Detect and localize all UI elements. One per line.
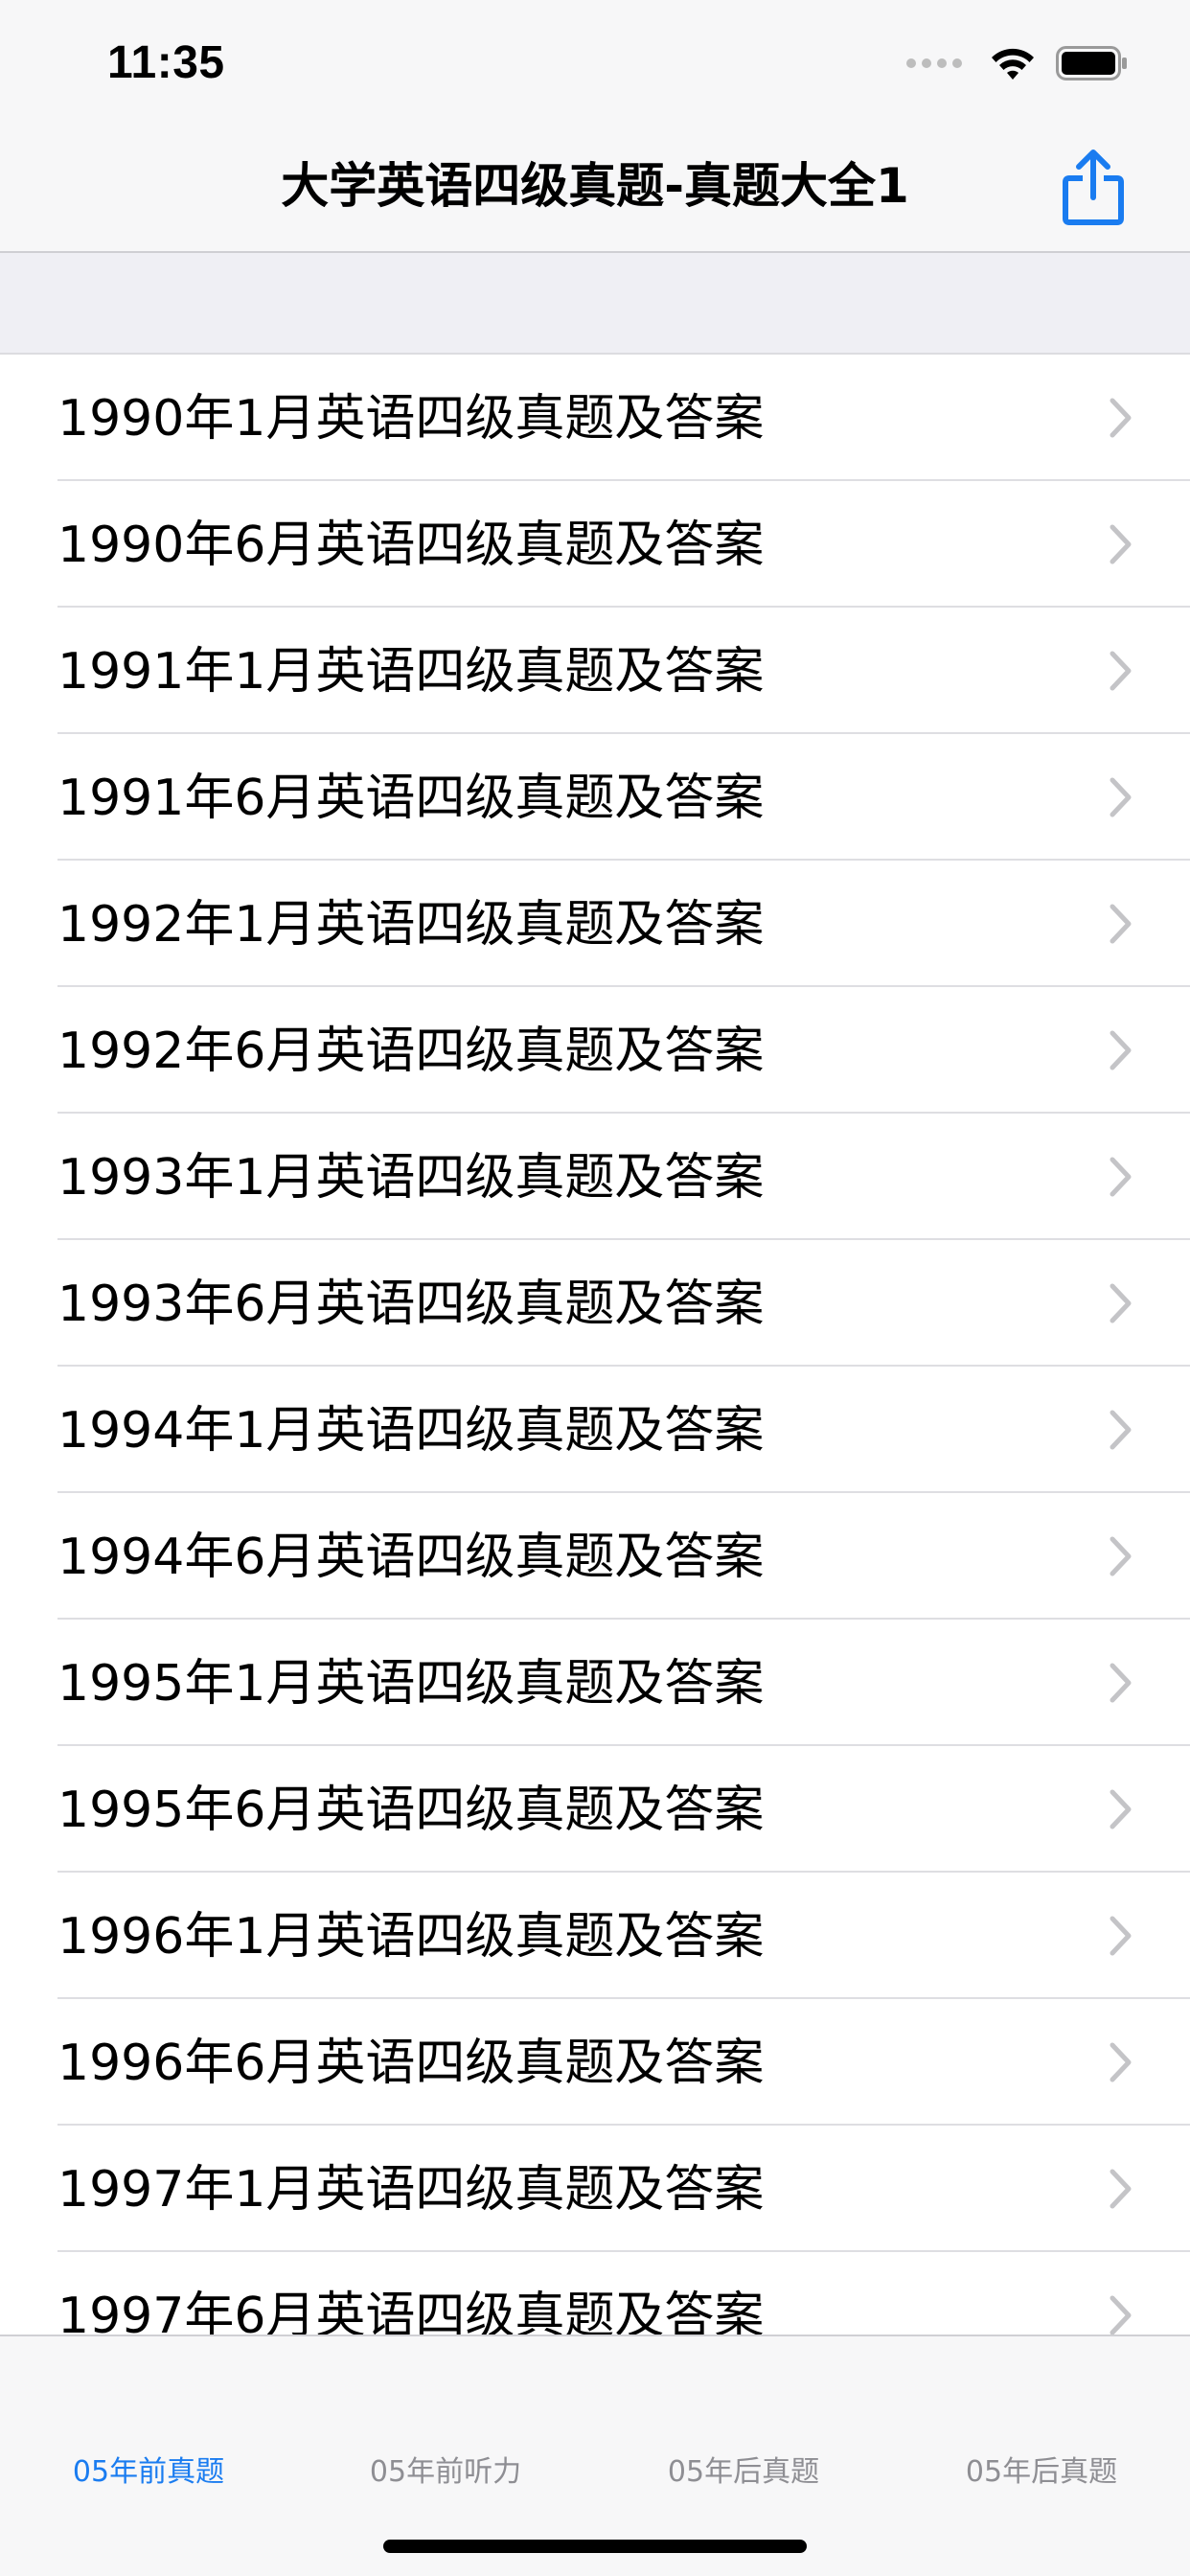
chevron-right-icon <box>1110 904 1132 944</box>
chevron-right-icon <box>1110 1916 1132 1956</box>
list-item-label: 1991年6月英语四级真题及答案 <box>57 770 765 827</box>
share-button[interactable] <box>1058 148 1129 228</box>
list-item[interactable]: 1996年1月英语四级真题及答案 <box>0 1873 1190 1999</box>
list-item-label: 1991年1月英语四级真题及答案 <box>57 643 765 701</box>
status-time: 11:35 <box>107 37 225 88</box>
list-item-label: 1990年6月英语四级真题及答案 <box>57 517 765 574</box>
chevron-right-icon <box>1110 1410 1132 1450</box>
chevron-right-icon <box>1110 2169 1132 2209</box>
list-item-label: 1993年1月英语四级真题及答案 <box>57 1149 765 1207</box>
screen: 11:35 大学英语四级真题-真题大全1 1990年1月英语四级真题及答案 19… <box>0 0 1190 2576</box>
chevron-right-icon <box>1110 524 1132 564</box>
section-header <box>0 253 1190 355</box>
battery-icon <box>1056 46 1127 80</box>
list-item[interactable]: 1993年6月英语四级真题及答案 <box>0 1240 1190 1367</box>
list-item[interactable]: 1991年1月英语四级真题及答案 <box>0 608 1190 734</box>
list-item[interactable]: 1995年1月英语四级真题及答案 <box>0 1620 1190 1746</box>
list-item[interactable]: 1992年6月英语四级真题及答案 <box>0 987 1190 1114</box>
chevron-right-icon <box>1110 1283 1132 1323</box>
list-item[interactable]: 1996年6月英语四级真题及答案 <box>0 1999 1190 2126</box>
list-item[interactable]: 1990年1月英语四级真题及答案 <box>0 355 1190 481</box>
wifi-icon <box>992 48 1034 80</box>
tab-pre05-listening[interactable]: 05年前听力 <box>297 2453 594 2492</box>
list-item[interactable]: 1997年1月英语四级真题及答案 <box>0 2126 1190 2252</box>
list-item-label: 1996年6月英语四级真题及答案 <box>57 2035 765 2092</box>
chevron-right-icon <box>1110 1157 1132 1197</box>
list-item-label: 1995年1月英语四级真题及答案 <box>57 1655 765 1713</box>
chevron-right-icon <box>1110 398 1132 438</box>
list-item-label: 1997年1月英语四级真题及答案 <box>57 2161 765 2219</box>
chevron-right-icon <box>1110 2042 1132 2082</box>
chevron-right-icon <box>1110 1663 1132 1703</box>
list-item[interactable]: 1991年6月英语四级真题及答案 <box>0 734 1190 861</box>
chevron-right-icon <box>1110 1030 1132 1070</box>
list-item-label: 1992年1月英语四级真题及答案 <box>57 896 765 954</box>
list-item-label: 1990年1月英语四级真题及答案 <box>57 390 765 448</box>
navigation-header: 11:35 大学英语四级真题-真题大全1 <box>0 0 1190 253</box>
list-item[interactable]: 1994年1月英语四级真题及答案 <box>0 1367 1190 1493</box>
chevron-right-icon <box>1110 1536 1132 1576</box>
list-item[interactable]: 1993年1月英语四级真题及答案 <box>0 1114 1190 1240</box>
share-icon <box>1063 150 1124 225</box>
chevron-right-icon <box>1110 2295 1132 2334</box>
tab-bar: 05年前真题 05年前听力 05年后真题 05年后真题 <box>0 2334 1190 2576</box>
list-item-label: 1992年6月英语四级真题及答案 <box>57 1023 765 1080</box>
list-item-label: 1997年6月英语四级真题及答案 <box>57 2288 765 2334</box>
list-item[interactable]: 1992年1月英语四级真题及答案 <box>0 861 1190 987</box>
list-item-label: 1995年6月英语四级真题及答案 <box>57 1782 765 1839</box>
tab-pre05-exams[interactable]: 05年前真题 <box>0 2453 297 2492</box>
list-item-label: 1993年6月英语四级真题及答案 <box>57 1276 765 1333</box>
list-item[interactable]: 1994年6月英语四级真题及答案 <box>0 1493 1190 1620</box>
chevron-right-icon <box>1110 1789 1132 1829</box>
list-item-label: 1996年1月英语四级真题及答案 <box>57 1908 765 1966</box>
cellular-signal-icon <box>906 58 962 68</box>
exam-list: 1990年1月英语四级真题及答案 1990年6月英语四级真题及答案 1991年1… <box>0 355 1190 2334</box>
list-item[interactable]: 1997年6月英语四级真题及答案 <box>0 2252 1190 2334</box>
page-title: 大学英语四级真题-真题大全1 <box>281 158 909 214</box>
chevron-right-icon <box>1110 651 1132 691</box>
tab-post05-exams[interactable]: 05年后真题 <box>595 2453 892 2492</box>
chevron-right-icon <box>1110 777 1132 817</box>
list-item[interactable]: 1995年6月英语四级真题及答案 <box>0 1746 1190 1873</box>
tab-post05-exams-2[interactable]: 05年后真题 <box>893 2453 1190 2492</box>
list-item-label: 1994年1月英语四级真题及答案 <box>57 1402 765 1460</box>
list-item-label: 1994年6月英语四级真题及答案 <box>57 1529 765 1586</box>
list-item[interactable]: 1990年6月英语四级真题及答案 <box>0 481 1190 608</box>
status-icons <box>906 42 1129 84</box>
home-indicator <box>383 2540 807 2553</box>
